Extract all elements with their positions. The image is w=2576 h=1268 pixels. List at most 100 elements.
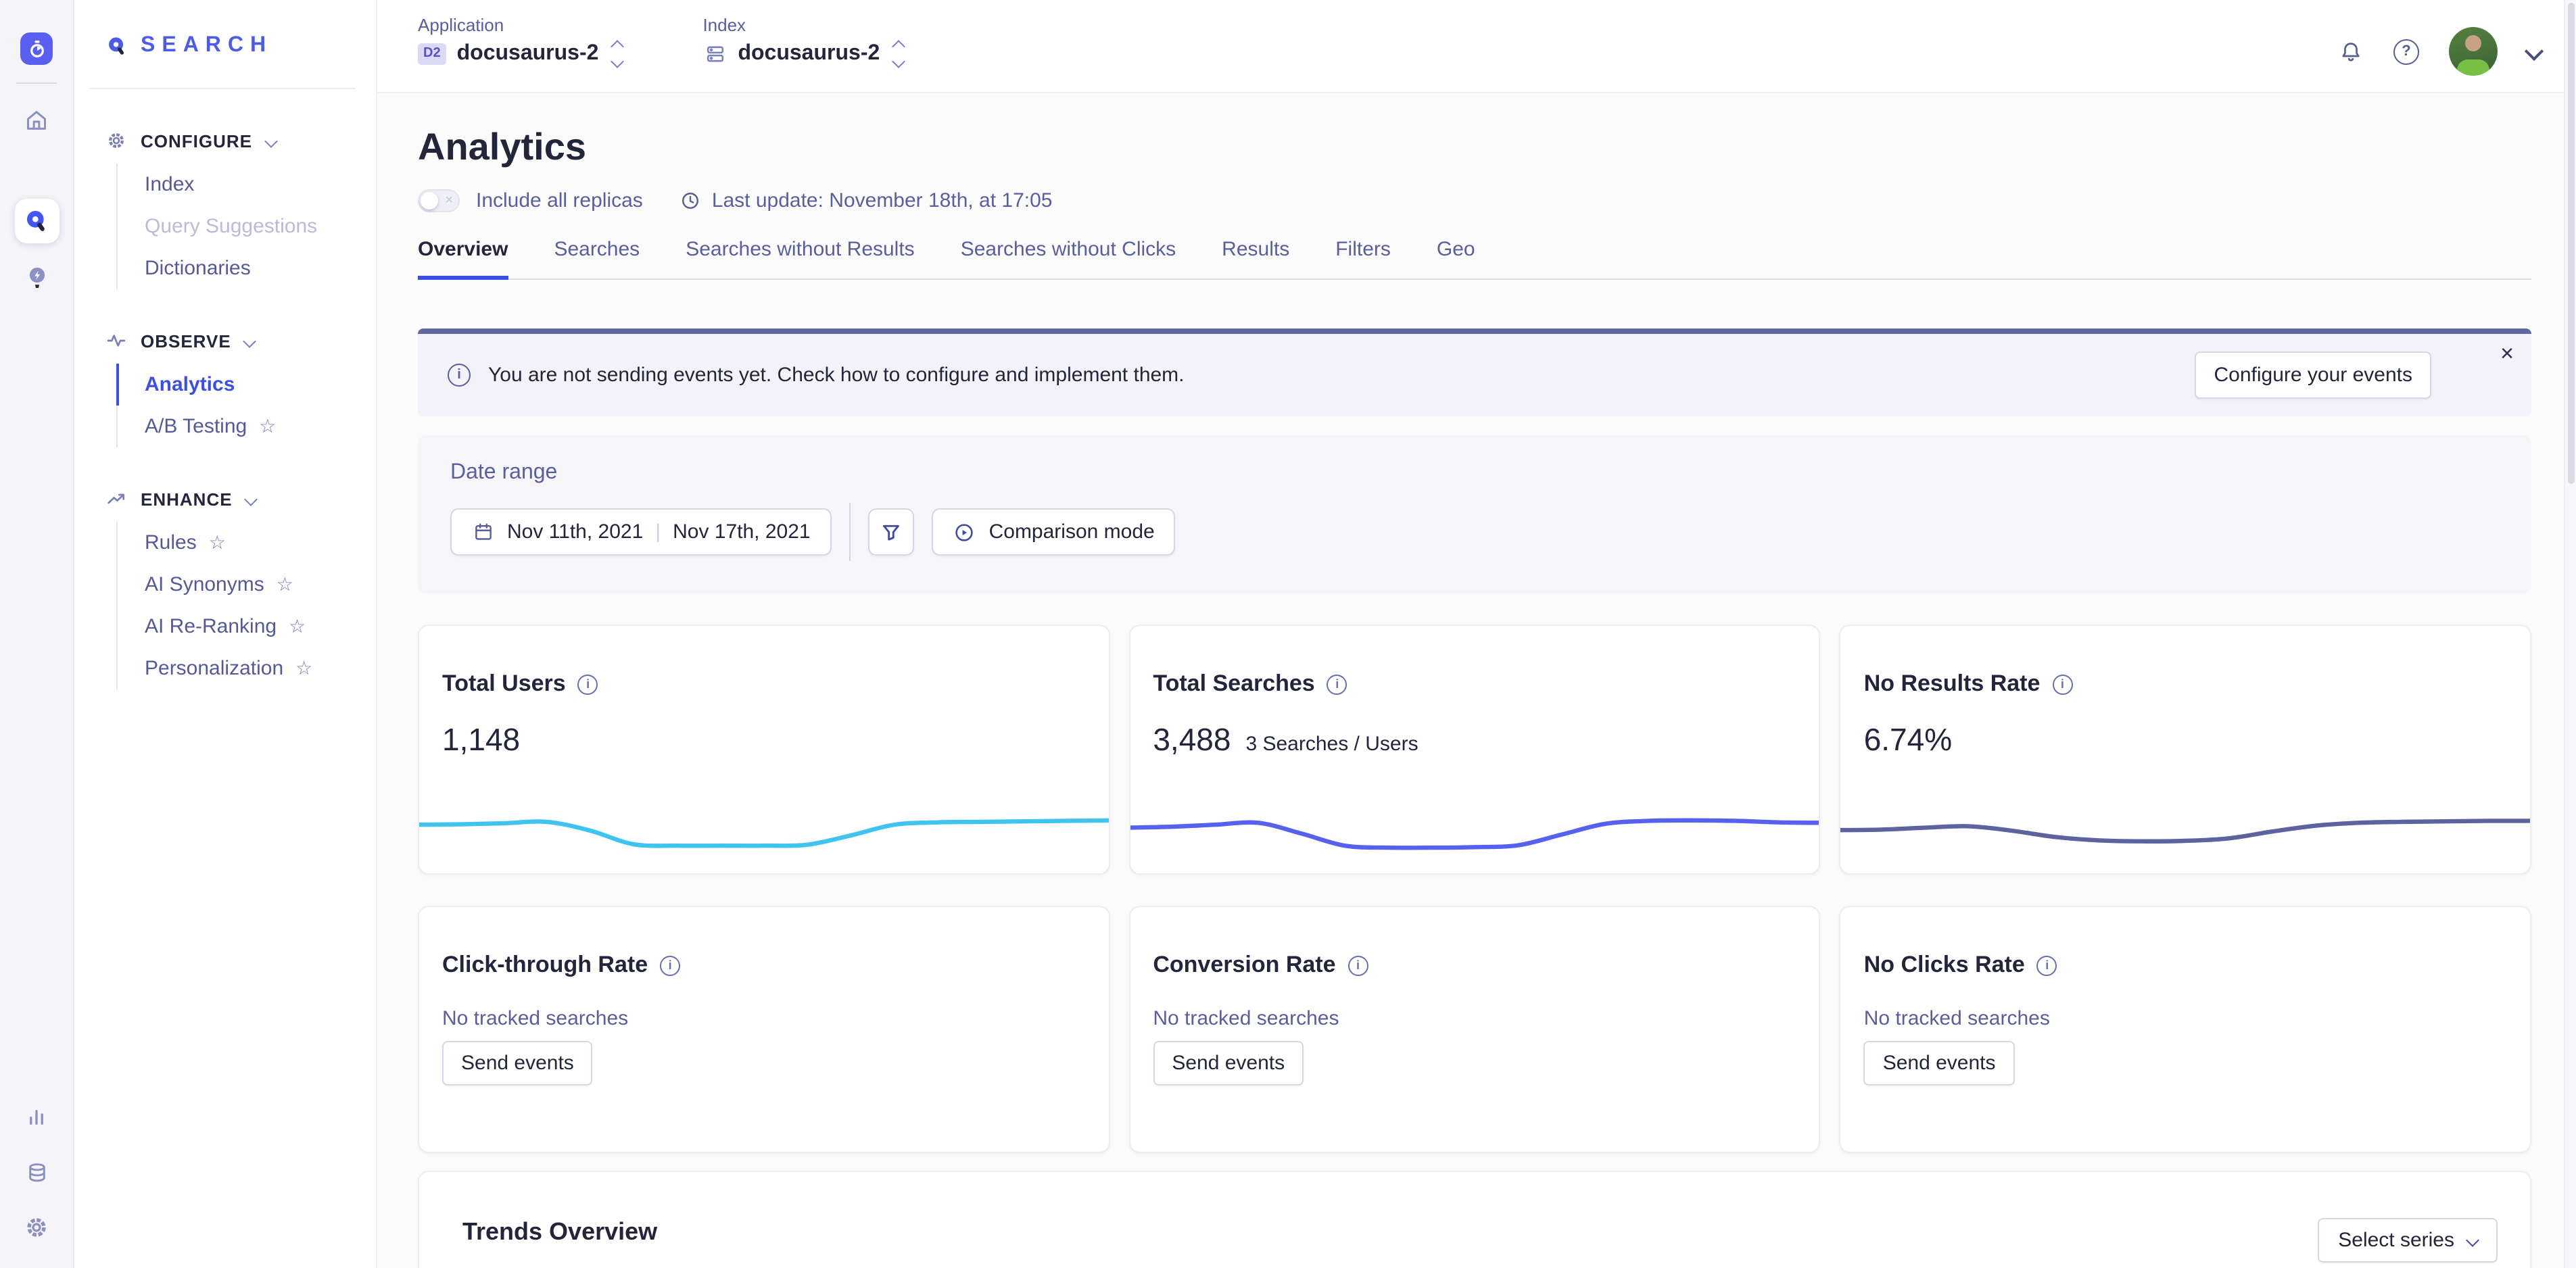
nav-head-configure[interactable]: CONFIGURE: [74, 122, 376, 160]
meta-row: × Include all replicas Last update: Nove…: [418, 189, 2531, 212]
section-label: OBSERVE: [141, 331, 231, 351]
notifications-bell-icon[interactable]: [2338, 39, 2364, 64]
card-value: 6.74%: [1864, 722, 1952, 758]
application-label: Application: [418, 15, 621, 35]
include-replicas-toggle[interactable]: ×: [418, 189, 460, 212]
section-label: ENHANCE: [141, 489, 233, 509]
chevron-down-icon: [243, 334, 256, 347]
last-update-text: Last update: November 18th, at 17:05: [712, 189, 1053, 212]
trends-overview-card: Trends Overview Select series: [418, 1171, 2531, 1268]
home-icon[interactable]: [20, 104, 53, 137]
sidebar-item-dictionaries[interactable]: Dictionaries: [116, 247, 376, 289]
close-icon[interactable]: ×: [2500, 342, 2514, 365]
info-icon[interactable]: i: [1348, 955, 1368, 975]
tab-overview[interactable]: Overview: [418, 238, 531, 278]
icon-rail: [0, 0, 74, 1268]
card-no-clicks-rate: No Clicks Rate i No tracked searches Sen…: [1840, 906, 2531, 1153]
funnel-icon: [880, 520, 904, 544]
user-avatar[interactable]: [2449, 27, 2498, 76]
events-banner: i You are not sending events yet. Check …: [418, 328, 2531, 416]
card-value: 3,488: [1153, 722, 1231, 758]
filter-button[interactable]: [869, 508, 915, 556]
info-icon: i: [448, 364, 471, 387]
info-icon[interactable]: i: [2037, 955, 2057, 975]
empty-state-text: No tracked searches: [1153, 1007, 1819, 1030]
banner-message: You are not sending events yet. Check ho…: [488, 364, 1185, 387]
info-icon[interactable]: i: [660, 955, 680, 975]
date-range-panel: Date range Nov 11th, 2021 | Nov 17th, 20…: [418, 435, 2531, 593]
tab-searches[interactable]: Searches: [531, 238, 663, 278]
sidebar-item-index[interactable]: Index: [116, 164, 376, 205]
select-series-label: Select series: [2338, 1229, 2454, 1252]
sidebar-item-ai-reranking[interactable]: AI Re-Ranking ☆: [116, 606, 376, 648]
info-icon[interactable]: i: [578, 674, 598, 694]
card-title-text: Total Searches: [1153, 670, 1314, 698]
sidebar-item-ai-synonyms[interactable]: AI Synonyms ☆: [116, 564, 376, 606]
index-label: Index: [702, 15, 903, 35]
date-end: Nov 17th, 2021: [673, 520, 811, 543]
send-events-button[interactable]: Send events: [1864, 1041, 2015, 1086]
main-area: Application D2 docusaurus-2 Index: [377, 0, 2576, 1268]
send-events-button[interactable]: Send events: [442, 1041, 593, 1086]
card-value: 1,148: [442, 722, 520, 758]
index-selector[interactable]: Index docusaurus-2: [702, 15, 903, 66]
comparison-mode-button[interactable]: Comparison mode: [932, 508, 1175, 556]
play-circle-icon: [953, 520, 977, 544]
recommend-bulb-icon[interactable]: [20, 261, 53, 293]
toggle-off-icon: ×: [445, 192, 453, 210]
star-icon: ☆: [289, 617, 306, 636]
algolia-app-logo[interactable]: [20, 32, 53, 65]
search-product-icon[interactable]: [14, 199, 59, 243]
logo-text: SEARCH: [141, 34, 272, 58]
card-title-text: Conversion Rate: [1153, 952, 1335, 979]
calendar-icon: [472, 520, 495, 543]
sidebar-item-query-suggestions[interactable]: Query Suggestions: [116, 205, 376, 247]
event-cards-row: Click-through Rate i No tracked searches…: [418, 906, 2531, 1153]
sidebar-item-personalization[interactable]: Personalization ☆: [116, 648, 376, 689]
sort-chevrons-icon: [893, 42, 903, 66]
nav-head-enhance[interactable]: ENHANCE: [74, 480, 376, 518]
rail-divider: [16, 82, 57, 84]
section-label: CONFIGURE: [141, 130, 252, 151]
nav-head-observe[interactable]: OBSERVE: [74, 322, 376, 360]
send-events-button[interactable]: Send events: [1153, 1041, 1304, 1086]
usage-chart-icon[interactable]: [20, 1100, 53, 1133]
configure-events-button[interactable]: Configure your events: [2195, 351, 2432, 399]
data-database-icon[interactable]: [20, 1156, 53, 1188]
tab-filters[interactable]: Filters: [1312, 238, 1414, 278]
tab-searches-without-clicks[interactable]: Searches without Clicks: [938, 238, 1199, 278]
account-chevron-icon[interactable]: [2525, 42, 2544, 61]
sidebar-divider: [89, 88, 356, 89]
sidebar-item-ab-testing[interactable]: A/B Testing ☆: [116, 406, 376, 447]
sidebar-item-analytics[interactable]: Analytics: [116, 364, 376, 406]
controls-divider: [850, 503, 851, 561]
sparkline-total-users: [418, 798, 1110, 860]
application-selector[interactable]: Application D2 docusaurus-2: [418, 15, 621, 66]
scrollbar-thumb[interactable]: [2568, 3, 2575, 485]
sidebar-item-rules[interactable]: Rules ☆: [116, 522, 376, 564]
empty-state-text: No tracked searches: [442, 1007, 1108, 1030]
trending-up-icon: [105, 488, 127, 510]
settings-gear-icon[interactable]: [20, 1211, 53, 1244]
info-icon[interactable]: i: [2052, 674, 2072, 694]
topbar: Application D2 docusaurus-2 Index: [377, 0, 2576, 93]
select-series-button[interactable]: Select series: [2318, 1218, 2498, 1263]
info-icon[interactable]: i: [1327, 674, 1347, 694]
include-replicas-label: Include all replicas: [476, 189, 643, 212]
tab-geo[interactable]: Geo: [1414, 238, 1498, 278]
app-root: SEARCH CONFIGURE Index Query: [0, 0, 2576, 1268]
clock-icon: [679, 189, 702, 212]
gear-icon: [105, 130, 127, 151]
chevron-down-icon: [264, 134, 277, 147]
help-icon[interactable]: ?: [2393, 39, 2419, 64]
date-range-picker[interactable]: Nov 11th, 2021 | Nov 17th, 2021: [450, 508, 832, 556]
star-icon: ☆: [209, 533, 226, 552]
card-conversion-rate: Conversion Rate i No tracked searches Se…: [1128, 906, 1820, 1153]
tab-results[interactable]: Results: [1199, 238, 1312, 278]
card-click-through-rate: Click-through Rate i No tracked searches…: [418, 906, 1110, 1153]
chevron-down-icon: [244, 492, 258, 506]
page-scrollbar[interactable]: [2564, 0, 2576, 1268]
star-icon: ☆: [277, 575, 293, 594]
sparkline-total-searches: [1128, 798, 1820, 860]
tab-searches-without-results[interactable]: Searches without Results: [663, 238, 938, 278]
